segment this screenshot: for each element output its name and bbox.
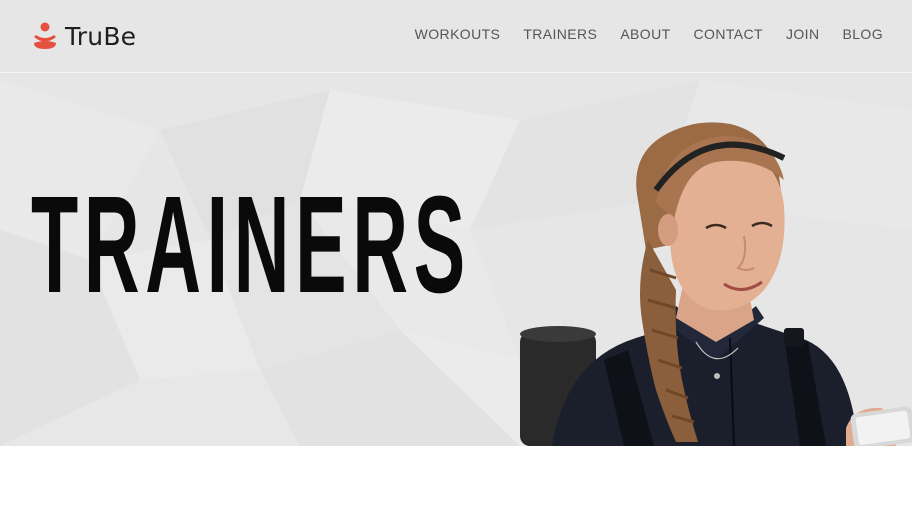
trainer-photo [520, 122, 912, 446]
nav-blog[interactable]: BLOG [842, 26, 883, 42]
hero-banner: TruBe WORKOUTS TRAINERS ABOUT CONTACT JO… [0, 0, 912, 446]
main-nav: WORKOUTS TRAINERS ABOUT CONTACT JOIN BLO… [392, 26, 883, 42]
nav-join[interactable]: JOIN [786, 26, 820, 42]
brand-name: TruBe [65, 21, 137, 51]
nav-about[interactable]: ABOUT [620, 26, 670, 42]
brand-logo[interactable]: TruBe [32, 19, 136, 53]
meditation-figure-icon [34, 22, 56, 49]
nav-contact[interactable]: CONTACT [694, 26, 763, 42]
nav-workouts[interactable]: WORKOUTS [415, 26, 501, 42]
nav-trainers[interactable]: TRAINERS [523, 26, 597, 42]
site-header: TruBe WORKOUTS TRAINERS ABOUT CONTACT JO… [0, 0, 912, 73]
page-title: TRAINERS [31, 168, 471, 322]
